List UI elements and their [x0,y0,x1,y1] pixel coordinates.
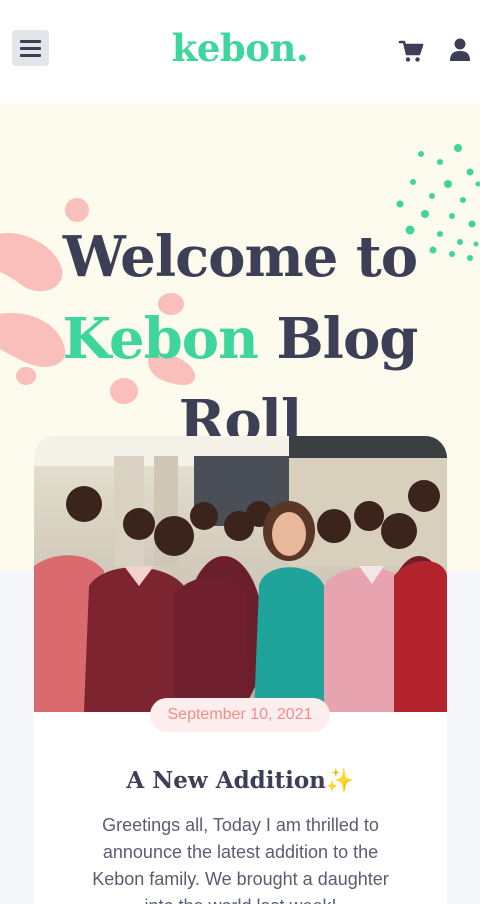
hero-title: Welcome to Kebon Blog Roll [0,216,480,462]
post-excerpt: Greetings all, Today I am thrilled to an… [92,815,389,904]
post-date-badge: September 10, 2021 [150,698,330,732]
site-header: kebon. [0,0,480,104]
post-title[interactable]: A New Addition✨ [34,767,447,794]
post-title-text: A New Addition [126,767,326,794]
post-featured-image[interactable] [34,436,447,712]
user-account-icon[interactable] [449,38,471,62]
blog-post-card[interactable]: September 10, 2021 A New Addition✨ Greet… [34,436,447,904]
group-photo-illustration [34,436,447,712]
sparkles-icon: ✨ [325,767,355,794]
hero-title-line1: Welcome to [62,224,418,290]
shopping-cart-icon[interactable] [398,38,424,64]
hero-title-accent: Kebon [62,306,259,372]
